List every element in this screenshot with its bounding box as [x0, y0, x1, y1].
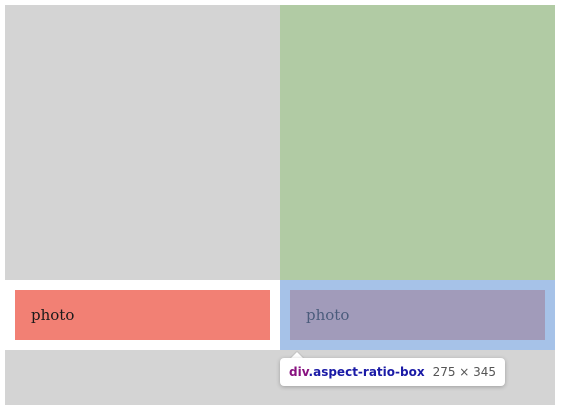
- inspector-dimensions: 275 × 345: [432, 365, 497, 379]
- photo-caption-left-label: photo: [31, 306, 75, 324]
- aspect-ratio-box-left-image: [5, 5, 280, 280]
- photo-caption-right-label: photo: [306, 306, 350, 324]
- photo-caption-left: photo: [15, 290, 270, 340]
- inspector-tag-name: div: [289, 365, 309, 379]
- inspector-selector: div.aspect-ratio-box: [289, 365, 425, 379]
- inspector-class-name: .aspect-ratio-box: [308, 365, 425, 379]
- photo-caption-right: photo: [290, 290, 545, 340]
- aspect-ratio-box-right-image: [280, 5, 555, 280]
- inspector-tooltip: div.aspect-ratio-box 275 × 345: [280, 358, 506, 386]
